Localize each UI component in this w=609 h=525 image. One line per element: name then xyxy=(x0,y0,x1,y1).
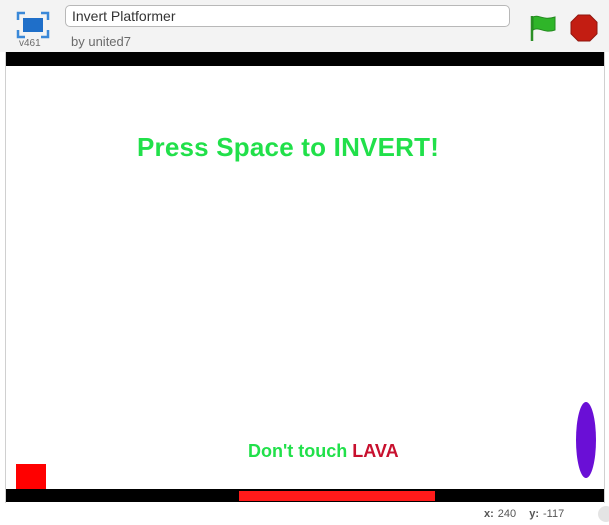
ceiling-platform xyxy=(6,52,604,66)
x-label: x: xyxy=(484,508,494,520)
stop-button[interactable] xyxy=(570,14,598,42)
x-value: 240 xyxy=(497,508,517,520)
fullscreen-icon xyxy=(16,11,50,39)
player-header: v461 by united7 xyxy=(0,0,609,52)
y-value: -117 xyxy=(542,508,565,520)
collapse-button[interactable] xyxy=(598,506,609,522)
author-label: by united7 xyxy=(71,34,131,49)
exit-portal xyxy=(576,402,596,478)
warning-hazard: LAVA xyxy=(352,441,399,461)
green-flag-icon xyxy=(530,15,556,41)
project-title-input[interactable] xyxy=(65,5,510,27)
green-flag-button[interactable] xyxy=(528,13,558,43)
version-label: v461 xyxy=(19,38,41,49)
warning-prefix: Don't touch xyxy=(248,441,353,461)
lava-hazard xyxy=(239,491,435,501)
instruction-text: Press Space to INVERT! xyxy=(137,132,440,162)
warning-text: Don't touch LAVA xyxy=(248,441,399,462)
fullscreen-button[interactable] xyxy=(16,11,50,41)
y-label: y: xyxy=(529,508,539,520)
stop-sign-icon xyxy=(570,14,598,42)
mouse-coordinates: x: 240 y: -117 xyxy=(484,508,574,520)
game-stage[interactable]: Press Space to INVERT! Don't touch LAVA xyxy=(5,52,605,503)
